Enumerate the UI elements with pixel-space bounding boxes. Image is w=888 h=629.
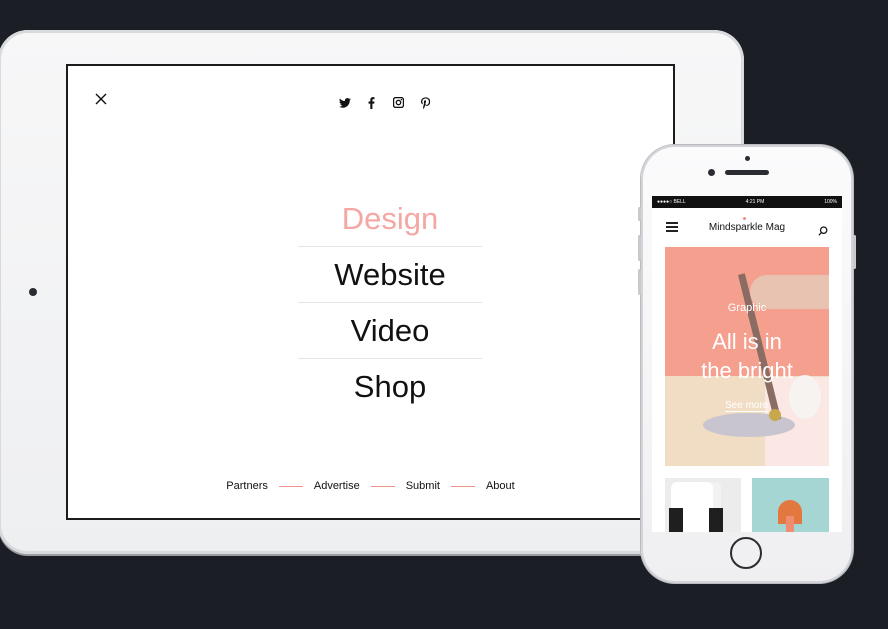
footer-divider [450,485,475,487]
footer-link-advertise[interactable]: Advertise [314,480,360,492]
footer-link-submit[interactable]: Submit [406,480,440,492]
mute-switch [638,207,641,221]
see-more-link[interactable]: See more [725,400,769,412]
footer-divider [278,485,303,487]
instagram-icon[interactable] [392,96,405,109]
search-icon[interactable] [818,223,828,236]
phone-screen: ●●●●○ BELL 4:21 PM 100% Mindsparkle Mag [652,196,842,532]
phone-device: ●●●●○ BELL 4:21 PM 100% Mindsparkle Mag [638,145,856,583]
menu-item-design[interactable]: Design [298,191,482,247]
main-menu: Design Website Video Shop [298,191,482,414]
phone-front-camera [708,169,715,176]
app-title: Mindsparkle Mag [708,222,786,233]
hero-title-line-2: the bright [701,358,793,383]
thumbnail-image-stem [786,516,794,532]
menu-item-website[interactable]: Website [298,247,482,303]
hero-card[interactable]: Graphic All is in the bright See more [665,247,829,466]
article-thumbnail-sculpture[interactable] [752,478,829,532]
power-button [853,235,856,269]
time-label: 4:21 PM [745,199,765,205]
menu-item-shop[interactable]: Shop [298,359,482,414]
hero-title: All is in the bright [665,327,829,385]
close-icon[interactable] [94,92,108,106]
thumbnail-image-sleeve [709,508,723,532]
tablet-screen: Design Website Video Shop Partners Adver… [66,64,675,520]
social-links [338,96,432,109]
phone-speaker [725,170,769,175]
footer-links: Partners Advertise Submit About [68,480,673,492]
logo-dot [743,217,746,220]
hero-image-plate [703,413,795,437]
tablet-device: Design Website Video Shop Partners Adver… [0,30,744,554]
facebook-icon[interactable] [365,96,378,109]
phone-sensor [745,156,750,161]
footer-link-about[interactable]: About [486,480,515,492]
thumbnail-image-sleeve [669,508,683,532]
hero-title-line-1: All is in [712,329,782,354]
footer-link-partners[interactable]: Partners [226,480,268,492]
tablet-camera [29,288,37,296]
battery-label: 100% [824,199,837,205]
article-thumbnail-shirt[interactable] [665,478,741,532]
status-bar: ●●●●○ BELL 4:21 PM 100% [652,196,842,208]
home-button[interactable] [730,537,762,569]
twitter-icon[interactable] [338,96,351,109]
hero-category: Graphic [727,302,767,314]
volume-down-button [638,269,641,295]
pinterest-icon[interactable] [419,96,432,109]
hero-image-coin [769,409,781,421]
carrier-label: ●●●●○ BELL [657,199,686,205]
volume-up-button [638,235,641,261]
menu-item-video[interactable]: Video [298,303,482,359]
app-header: Mindsparkle Mag [652,208,842,248]
footer-divider [370,485,395,487]
